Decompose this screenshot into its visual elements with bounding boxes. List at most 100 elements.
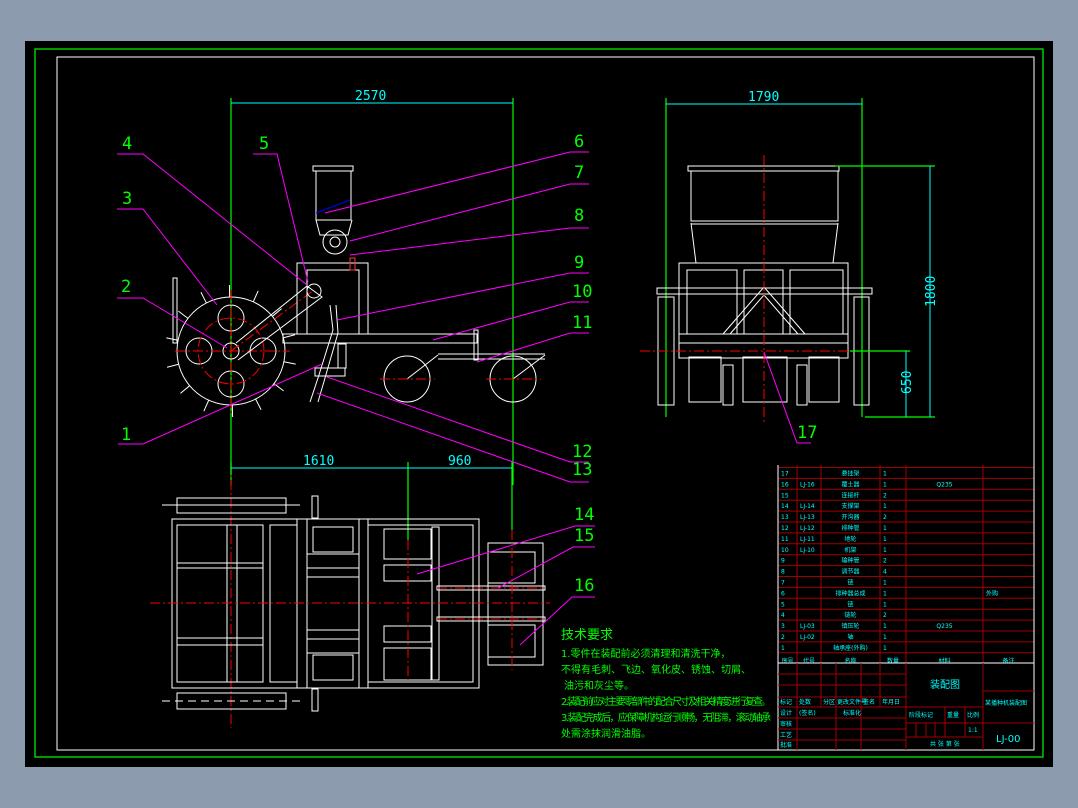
bom-cell-qty: 2 — [883, 558, 887, 565]
dim-side-total: 2570 — [355, 89, 386, 104]
bom-cell-name: 支撑架 — [841, 502, 859, 510]
label-2: 2 — [121, 277, 131, 297]
bom-cell-name: 覆土器 — [841, 480, 859, 488]
tb-label: 工艺 — [780, 731, 792, 739]
bom-cell-no: 15 — [781, 492, 789, 499]
bom-header: 序号 — [781, 657, 793, 665]
bom-cell-no: 14 — [781, 503, 789, 510]
bom-cell-qty: 1 — [883, 471, 887, 478]
bom-cell-no: 17 — [781, 471, 789, 478]
bom-header: 数量 — [887, 657, 899, 665]
bom-cell-code: LJ-13 — [800, 514, 815, 521]
bom-header: 代号 — [803, 657, 815, 665]
dim-plan-rear: 960 — [448, 454, 471, 469]
requirement-line: 3.装配完成后，应保障机构运行顺畅，无阻滞，滚动轴承 — [561, 711, 771, 724]
bom-cell-no: 3 — [781, 623, 785, 630]
bom-cell-qty: 2 — [883, 492, 887, 499]
bom-header: 名称 — [844, 657, 856, 665]
bom-cell-name: 镇压轮 — [841, 622, 859, 630]
tb-sheets: 共 张 第 张 — [930, 740, 960, 748]
tb-label: 标准化 — [843, 709, 861, 717]
bom-cell-name: 排种器总成 — [835, 589, 865, 597]
requirement-line: 2.装配前应对主要零部件的配合尺寸及相关精度进行复查。 — [561, 695, 771, 708]
bom-cell-qty: 1 — [883, 601, 887, 608]
label-10: 10 — [572, 282, 592, 302]
product-name: 某播种机装配图 — [985, 699, 1027, 707]
bom-cell-code: LJ-10 — [800, 547, 815, 554]
bom-cell-no: 11 — [781, 536, 789, 543]
bom-cell-no: 2 — [781, 634, 785, 641]
tb-label: (签名) — [799, 709, 816, 717]
label-8: 8 — [574, 206, 584, 226]
label-6: 6 — [574, 132, 584, 152]
dim-plan-front: 1610 — [303, 454, 334, 469]
label-5: 5 — [259, 134, 269, 154]
requirement-line: 处需涂抹润滑油脂。 — [561, 727, 651, 740]
tb-label: 签名 — [863, 698, 875, 706]
bom-cell-qty: 1 — [883, 590, 887, 597]
bom-cell-no: 4 — [781, 612, 785, 619]
bom-cell-code: LJ-11 — [800, 536, 815, 543]
label-12: 12 — [572, 442, 592, 462]
bom-cell-name: 调节器 — [841, 568, 859, 576]
bom-cell-mat: Q235 — [936, 481, 952, 488]
tb-label: 年月日 — [882, 698, 900, 706]
label-17: 17 — [797, 423, 817, 443]
tb-label: 处数 — [799, 698, 811, 706]
bom-cell-name: 链轮 — [844, 611, 856, 619]
bom-cell-qty: 1 — [883, 634, 887, 641]
bom-cell-name: 输种管 — [841, 557, 859, 565]
label-3: 3 — [122, 189, 132, 209]
requirements-title: 技术要求 — [561, 628, 613, 643]
bom-cell-qty: 4 — [883, 569, 887, 576]
bom-cell-no: 6 — [781, 590, 785, 597]
bom-cell-no: 7 — [781, 580, 785, 587]
bom-cell-no: 1 — [781, 645, 785, 652]
bom-cell-code: LJ-02 — [800, 634, 815, 641]
bom-cell-name: 链 — [847, 600, 853, 608]
tb-label: 批准 — [780, 741, 792, 749]
bom-cell-qty: 2 — [883, 514, 887, 521]
bom-cell-no: 5 — [781, 601, 785, 608]
bom-cell-qty: 1 — [883, 547, 887, 554]
dim-front-width: 1790 — [748, 90, 779, 105]
bom-cell-name: 开沟器 — [841, 513, 859, 521]
bom-cell-name: 连接杆 — [841, 491, 859, 499]
bom-cell-qty: 2 — [883, 612, 887, 619]
bom-cell-name: 悬挂架 — [841, 470, 859, 478]
bom-cell-no: 10 — [781, 547, 789, 554]
tb-label: 阶段标记 — [909, 711, 933, 719]
dim-front-ground: 650 — [900, 371, 915, 394]
bom-cell-name: 轴承座(外购) — [833, 644, 868, 652]
cad-drawing-sheet: 2570 1790 1800 650 1610 960 1 2 3 4 5 6 … — [25, 41, 1053, 767]
bom-cell-qty: 1 — [883, 623, 887, 630]
bom-cell-code: LJ-12 — [800, 525, 815, 532]
dim-front-height: 1800 — [924, 276, 939, 307]
bom-cell-name: 机架 — [844, 546, 856, 554]
label-13: 13 — [572, 460, 592, 480]
label-7: 7 — [574, 163, 584, 183]
bom-cell-no: 13 — [781, 514, 789, 521]
bom-cell-qty: 1 — [883, 645, 887, 652]
bom-cell-name: 轴 — [847, 633, 853, 641]
bom-cell-qty: 1 — [883, 536, 887, 543]
bom-cell-code: LJ-14 — [800, 503, 815, 510]
requirement-line: 油污和灰尘等。 — [564, 679, 634, 692]
tb-label: 分区 — [823, 698, 835, 706]
bom-cell-no: 8 — [781, 569, 785, 576]
bom-cell-qty: 1 — [883, 580, 887, 587]
bom-cell-code: LJ-16 — [800, 481, 815, 488]
bom-cell-no: 9 — [781, 558, 785, 565]
bom-cell-qty: 1 — [883, 525, 887, 532]
bom-cell-no: 12 — [781, 525, 789, 532]
tb-label: 比例 — [967, 711, 979, 719]
label-9: 9 — [574, 253, 584, 273]
bom-cell-name: 链 — [847, 579, 853, 587]
requirement-line: 不得有毛刺、飞边、氧化皮、锈蚀、切屑、 — [561, 663, 751, 676]
bom-cell-name: 排种管 — [841, 524, 859, 532]
bom-header: 备注 — [1002, 657, 1014, 665]
bom-cell-mat: Q235 — [936, 623, 952, 630]
tb-label: 重量 — [947, 711, 959, 719]
bom-cell-qty: 1 — [883, 481, 887, 488]
requirement-line: 1.零件在装配前必须清理和清洗干净， — [561, 647, 731, 660]
